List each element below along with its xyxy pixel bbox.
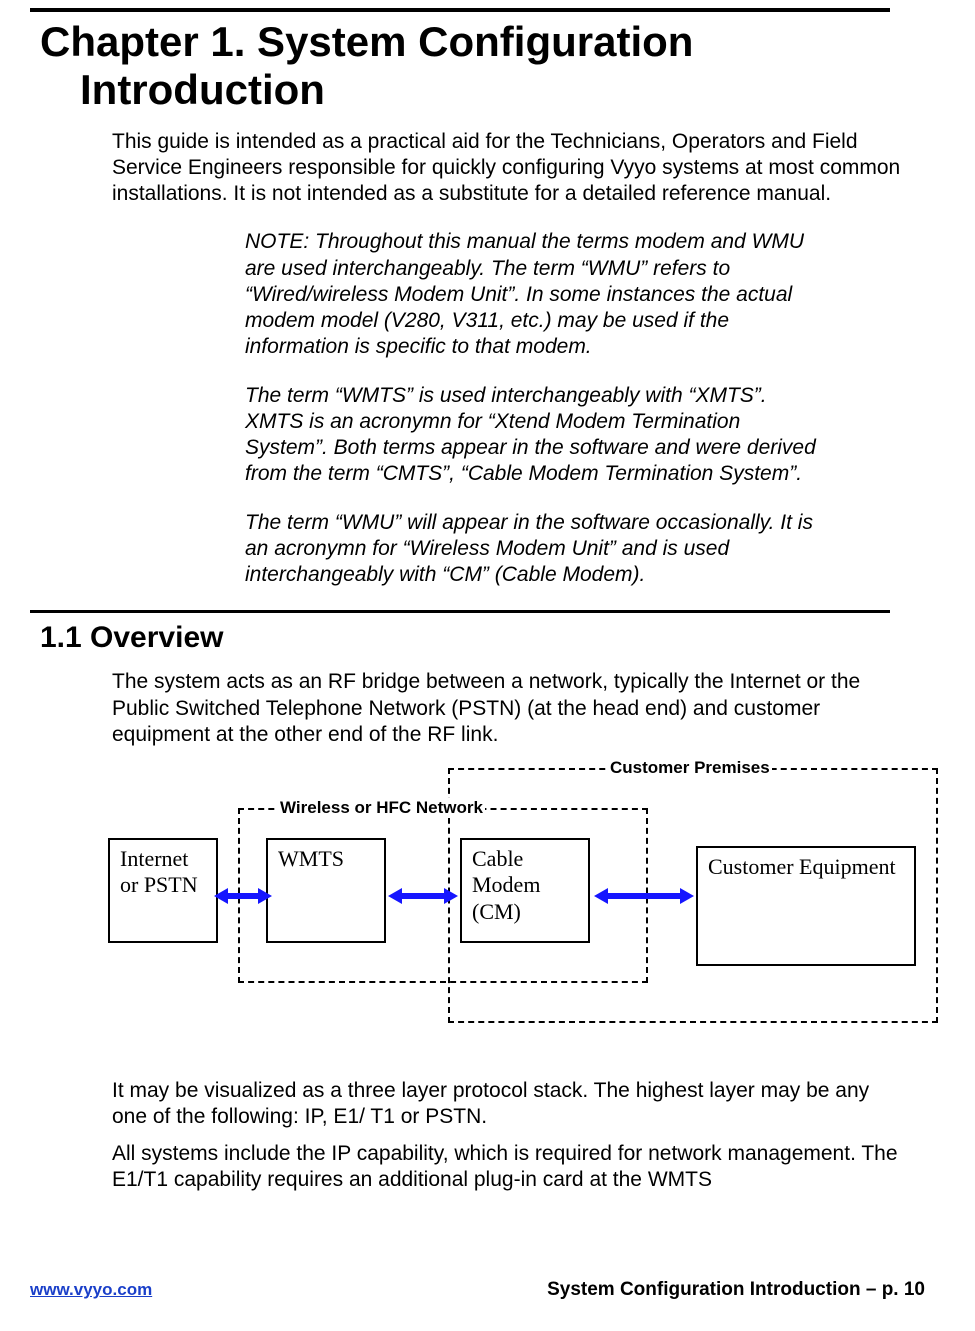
section-p2: It may be visualized as a three layer pr… [112, 1078, 902, 1131]
wireless-network-label: Wireless or HFC Network [278, 798, 485, 818]
intro-paragraph: This guide is intended as a practical ai… [112, 129, 902, 208]
footer-page-label: System Configuration Introduction – p. 1… [547, 1279, 925, 1301]
customer-premises-label: Customer Premises [608, 758, 772, 778]
top-rule [30, 8, 890, 12]
section-p3: All systems include the IP capability, w… [112, 1141, 902, 1194]
arrow-3 [594, 886, 694, 902]
chapter-title-line2: Introduction [80, 66, 925, 114]
note-p2: The term “WMTS” is used interchangeably … [245, 383, 825, 488]
node-internet-text: Internet or PSTN [120, 846, 198, 897]
footer-url[interactable]: www.vyyo.com [30, 1280, 152, 1300]
section-rule [30, 610, 890, 613]
arrow-1 [214, 886, 272, 902]
node-wmts: WMTS [266, 838, 386, 943]
page-footer: www.vyyo.com System Configuration Introd… [30, 1279, 925, 1301]
note-p1: NOTE: Throughout this manual the terms m… [245, 229, 825, 360]
node-customer-equipment: Customer Equipment [696, 846, 916, 966]
node-cable-modem: Cable Modem (CM) [460, 838, 590, 943]
note-block: NOTE: Throughout this manual the terms m… [245, 229, 825, 588]
section-heading: 1.1 Overview [40, 621, 925, 655]
node-internet: Internet or PSTN [108, 838, 218, 943]
section-p1: The system acts as an RF bridge between … [112, 669, 902, 748]
chapter-title: Chapter 1. System Configuration Introduc… [40, 18, 925, 115]
chapter-title-line1: Chapter 1. System Configuration [40, 18, 693, 65]
node-cm-text: Cable Modem (CM) [472, 846, 540, 924]
node-customer-text: Customer Equipment [708, 854, 896, 879]
overview-diagram: Customer Premises Wireless or HFC Networ… [108, 768, 938, 1038]
node-wmts-text: WMTS [278, 846, 344, 871]
note-p3: The term “WMU” will appear in the softwa… [245, 510, 825, 589]
arrow-2 [388, 886, 458, 902]
